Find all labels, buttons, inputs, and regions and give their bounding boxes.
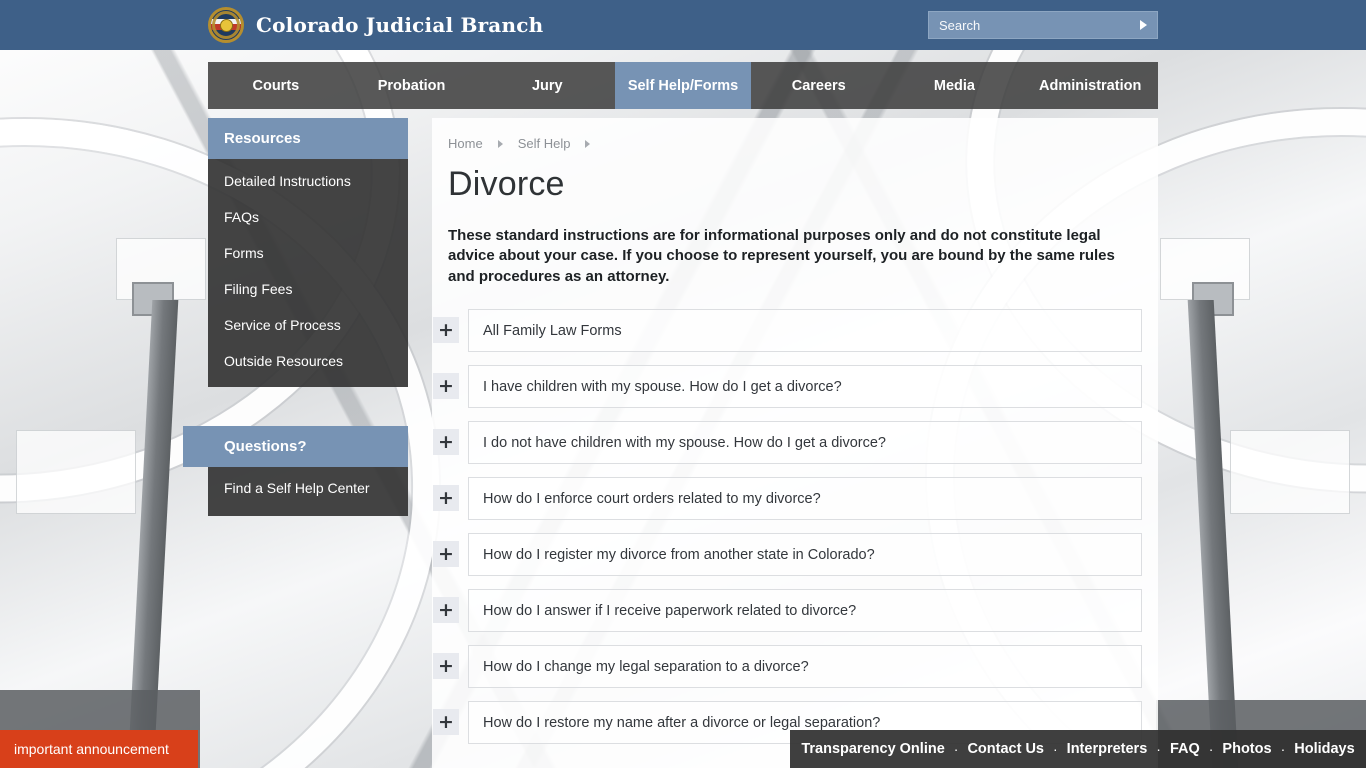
accordion-item: + How do I enforce court orders related … — [433, 477, 1142, 521]
site-header: Colorado Judicial Branch — [0, 0, 1366, 50]
plus-icon[interactable]: + — [433, 653, 459, 680]
arrow-right-icon — [1139, 20, 1147, 30]
plus-icon[interactable]: + — [433, 485, 459, 512]
chevron-right-icon — [497, 139, 503, 148]
sidebar-questions-list: Find a Self Help Center — [208, 466, 408, 516]
page-title: Divorce — [448, 165, 565, 203]
content-panel: Home Self Help Divorce These standard in… — [432, 118, 1158, 768]
sidebar-heading-questions[interactable]: Questions? — [183, 426, 408, 467]
plus-icon[interactable]: + — [433, 317, 459, 344]
nav-item-media[interactable]: Media — [887, 62, 1023, 109]
accordion-item: + I have children with my spouse. How do… — [433, 365, 1142, 409]
footer-link-transparency-online[interactable]: Transparency Online — [801, 741, 944, 757]
plus-icon[interactable]: + — [433, 373, 459, 400]
footer-link-faq[interactable]: FAQ — [1170, 741, 1200, 757]
accordion-item: + How do I register my divorce from anot… — [433, 533, 1142, 577]
sidebar-resources-list: Detailed Instructions FAQs Forms Filing … — [208, 159, 408, 387]
sidebar-item-faqs[interactable]: FAQs — [208, 199, 408, 235]
footer-bar: Transparency Online · Contact Us · Inter… — [790, 730, 1366, 768]
nav-item-careers[interactable]: Careers — [751, 62, 887, 109]
sidebar-item-outside-resources[interactable]: Outside Resources — [208, 343, 408, 379]
search-submit-button[interactable] — [1129, 12, 1157, 38]
breadcrumb-item-self-help[interactable]: Self Help — [518, 136, 571, 151]
accordion-list: + All Family Law Forms + I have children… — [432, 287, 1158, 745]
nav-item-jury[interactable]: Jury — [479, 62, 615, 109]
plus-icon[interactable]: + — [433, 541, 459, 568]
search-input[interactable] — [929, 12, 1129, 38]
colorado-courts-seal-icon — [208, 7, 244, 43]
chevron-right-icon — [585, 139, 591, 148]
sidebar-heading-resources[interactable]: Resources — [208, 118, 408, 159]
footer-separator: · — [1280, 741, 1286, 757]
nav-item-administration[interactable]: Administration — [1022, 62, 1158, 109]
footer-separator: · — [953, 741, 959, 757]
accordion-item: + How do I answer if I receive paperwork… — [433, 589, 1142, 633]
footer-link-holidays[interactable]: Holidays — [1294, 741, 1354, 757]
breadcrumb-item-home[interactable]: Home — [448, 136, 483, 151]
main-navigation: Courts Probation Jury Self Help/Forms Ca… — [208, 62, 1158, 109]
accordion-label[interactable]: How do I answer if I receive paperwork r… — [468, 589, 1142, 633]
window-pane — [16, 430, 136, 514]
accordion-label[interactable]: I have children with my spouse. How do I… — [468, 365, 1142, 409]
nav-item-courts[interactable]: Courts — [208, 62, 344, 109]
sidebar-item-service-of-process[interactable]: Service of Process — [208, 307, 408, 343]
sidebar-item-detailed-instructions[interactable]: Detailed Instructions — [208, 163, 408, 199]
accordion-item: + All Family Law Forms — [433, 309, 1142, 353]
accordion-label[interactable]: How do I change my legal separation to a… — [468, 645, 1142, 689]
plus-icon[interactable]: + — [433, 709, 459, 736]
brand-block[interactable]: Colorado Judicial Branch — [208, 0, 543, 50]
search-box[interactable] — [928, 11, 1158, 39]
footer-separator: · — [1053, 741, 1058, 757]
footer-link-contact-us[interactable]: Contact Us — [967, 741, 1044, 757]
footer-link-photos[interactable]: Photos — [1222, 741, 1271, 757]
footer-separator: · — [1156, 741, 1161, 757]
accordion-label[interactable]: How do I enforce court orders related to… — [468, 477, 1142, 521]
footer-separator: · — [1208, 741, 1214, 757]
plus-icon[interactable]: + — [433, 597, 459, 624]
sidebar: Resources Detailed Instructions FAQs For… — [208, 118, 408, 387]
intro-disclaimer: These standard instructions are for info… — [448, 227, 1115, 285]
accordion-label[interactable]: I do not have children with my spouse. H… — [468, 421, 1142, 465]
accordion-item: + How do I change my legal separation to… — [433, 645, 1142, 689]
sidebar-item-forms[interactable]: Forms — [208, 235, 408, 271]
breadcrumb: Home Self Help — [432, 118, 1158, 151]
accordion-label[interactable]: How do I register my divorce from anothe… — [468, 533, 1142, 577]
accordion-item: + I do not have children with my spouse.… — [433, 421, 1142, 465]
sidebar-item-filing-fees[interactable]: Filing Fees — [208, 271, 408, 307]
site-title: Colorado Judicial Branch — [256, 13, 544, 37]
important-announcement-banner[interactable]: important announcement — [0, 730, 198, 768]
nav-item-probation[interactable]: Probation — [344, 62, 480, 109]
window-pane — [1230, 430, 1350, 514]
footer-link-interpreters[interactable]: Interpreters — [1067, 741, 1148, 757]
nav-item-self-help-forms[interactable]: Self Help/Forms — [615, 62, 751, 109]
sidebar-item-find-a-self-help-center[interactable]: Find a Self Help Center — [208, 470, 408, 506]
accordion-label[interactable]: All Family Law Forms — [468, 309, 1142, 353]
plus-icon[interactable]: + — [433, 429, 459, 456]
